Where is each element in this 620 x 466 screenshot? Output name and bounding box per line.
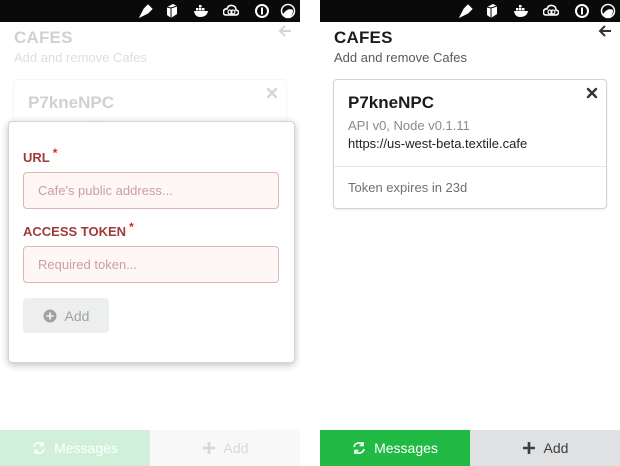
add-cafe-popup: URL* ACCESS TOKEN* Add [8,121,295,363]
submit-add-cafe-button[interactable]: Add [23,298,109,333]
refresh-icon [32,441,46,455]
access-token-input[interactable] [23,246,279,283]
cafe-name: P7kneNPC [28,93,114,112]
access-token-label: ACCESS TOKEN * [23,220,134,239]
page-subtitle: Add and remove Cafes [334,50,467,65]
cafe-card: P7kneNPC API v0, Node v0.1.11 https://us… [333,79,607,209]
bottom-action-bar: Messages Add [0,430,300,466]
back-arrow-icon[interactable] [278,24,292,38]
cafes-panel-add-form: CAFES Add and remove Cafes P7kneNPC API … [0,0,300,466]
creative-cloud-icon[interactable] [223,3,239,19]
back-arrow-icon[interactable] [598,24,612,38]
docker-whale-icon[interactable] [193,3,209,19]
cube-icon[interactable] [164,3,180,19]
required-marker: * [129,220,134,234]
pen-nib-icon[interactable] [458,3,474,19]
plus-icon [522,441,536,455]
page-title: CAFES [334,28,393,47]
menu-bar [0,0,300,22]
cafe-version-info: API v0, Node v0.1.11 [348,118,470,133]
url-input[interactable] [23,172,279,209]
messages-button[interactable]: Messages [320,430,470,466]
messages-button-label: Messages [54,440,118,456]
one-password-icon[interactable] [574,3,590,19]
cafe-url: https://us-west-beta.textile.cafe [348,136,528,151]
url-label-text: URL [23,150,50,165]
remove-cafe-icon[interactable] [586,87,598,99]
refresh-icon [352,441,366,455]
required-marker: * [52,146,58,160]
creative-cloud-icon[interactable] [543,3,559,19]
url-label: URL * [23,146,57,165]
half-circle-icon[interactable] [600,3,616,19]
add-cafe-button[interactable]: Add [150,430,300,466]
page-title: CAFES [14,28,73,47]
cafe-name: P7kneNPC [348,93,434,112]
cube-icon[interactable] [484,3,500,19]
plus-circle-icon [43,309,57,323]
add-button-label: Add [223,440,249,456]
access-token-label-text: ACCESS TOKEN [23,224,127,239]
bottom-action-bar: Messages Add [320,430,620,466]
cafes-content: CAFES Add and remove Cafes P7kneNPC API … [320,22,620,430]
one-password-icon[interactable] [254,3,270,19]
cafe-token-expiry: Token expires in 23d [348,180,468,195]
plus-icon [202,441,216,455]
add-cafe-button[interactable]: Add [470,430,620,466]
docker-whale-icon[interactable] [513,3,529,19]
half-circle-icon[interactable] [280,3,296,19]
card-divider [334,166,606,167]
add-button-label: Add [543,440,569,456]
submit-add-label: Add [64,307,90,324]
cafes-panel-list: CAFES Add and remove Cafes P7kneNPC API … [320,0,620,466]
messages-button[interactable]: Messages [0,430,150,466]
pen-nib-icon[interactable] [138,3,154,19]
remove-cafe-icon[interactable] [266,87,278,99]
menu-bar [320,0,620,22]
messages-button-label: Messages [374,440,438,456]
page-subtitle: Add and remove Cafes [14,50,147,65]
